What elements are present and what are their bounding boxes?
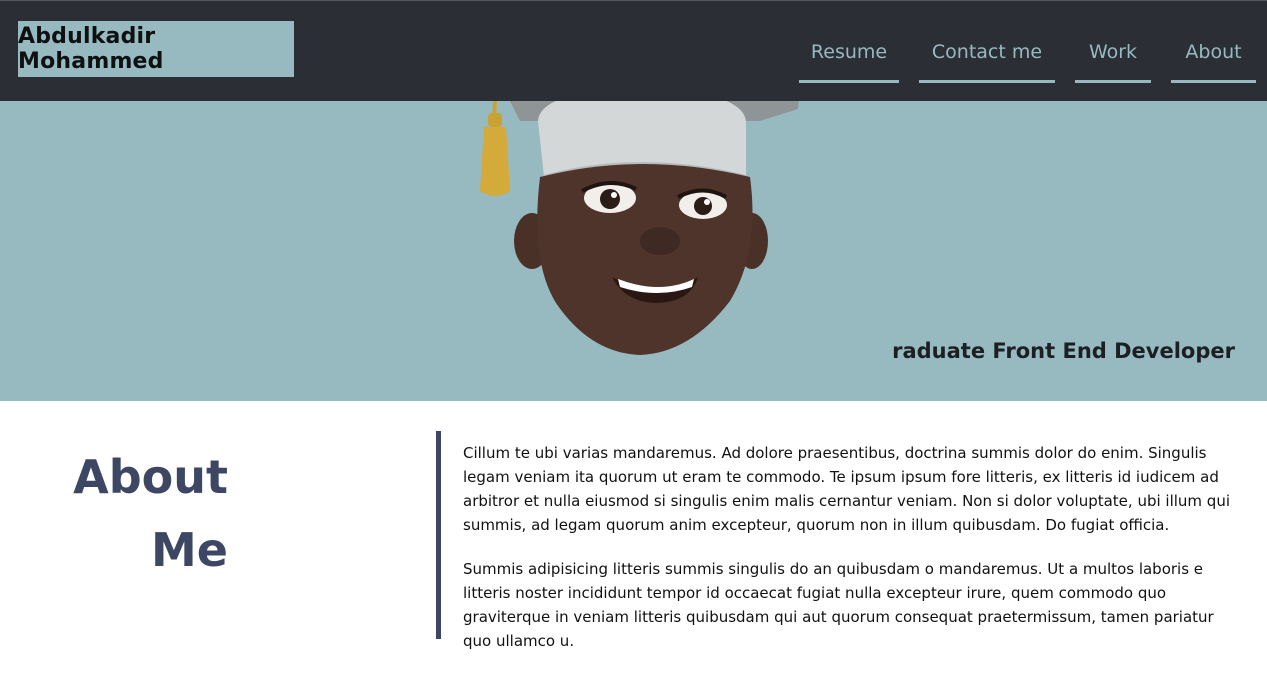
about-heading-line2: Me: [151, 523, 228, 577]
about-heading: About Me: [40, 441, 228, 587]
about-paragraph: Summis adipisicing litteris summis singu…: [463, 560, 1214, 650]
about-section: About Me Cillum te ubi varias mandaremus…: [0, 401, 1267, 681]
site-header: Abdulkadir Mohammed Resume Contact me Wo…: [0, 0, 1267, 101]
nav-resume[interactable]: Resume: [799, 23, 899, 83]
about-body: Cillum te ubi varias mandaremus. Ad dolo…: [463, 441, 1233, 673]
nav-about[interactable]: About: [1171, 23, 1256, 83]
nav-contact-me[interactable]: Contact me: [919, 23, 1055, 83]
tassel: [480, 127, 510, 196]
section-divider: [436, 431, 441, 639]
hero-tagline: raduate Front End Developer: [892, 339, 1235, 363]
hero-banner: raduate Front End Developer: [0, 101, 1267, 401]
memoji-avatar: [480, 101, 799, 355]
nav-work[interactable]: Work: [1075, 23, 1151, 83]
main-nav: Resume Contact me Work About: [0, 23, 1267, 85]
about-heading-line1: About: [73, 450, 228, 504]
about-paragraph: Cillum te ubi varias mandaremus. Ad dolo…: [463, 444, 1230, 534]
